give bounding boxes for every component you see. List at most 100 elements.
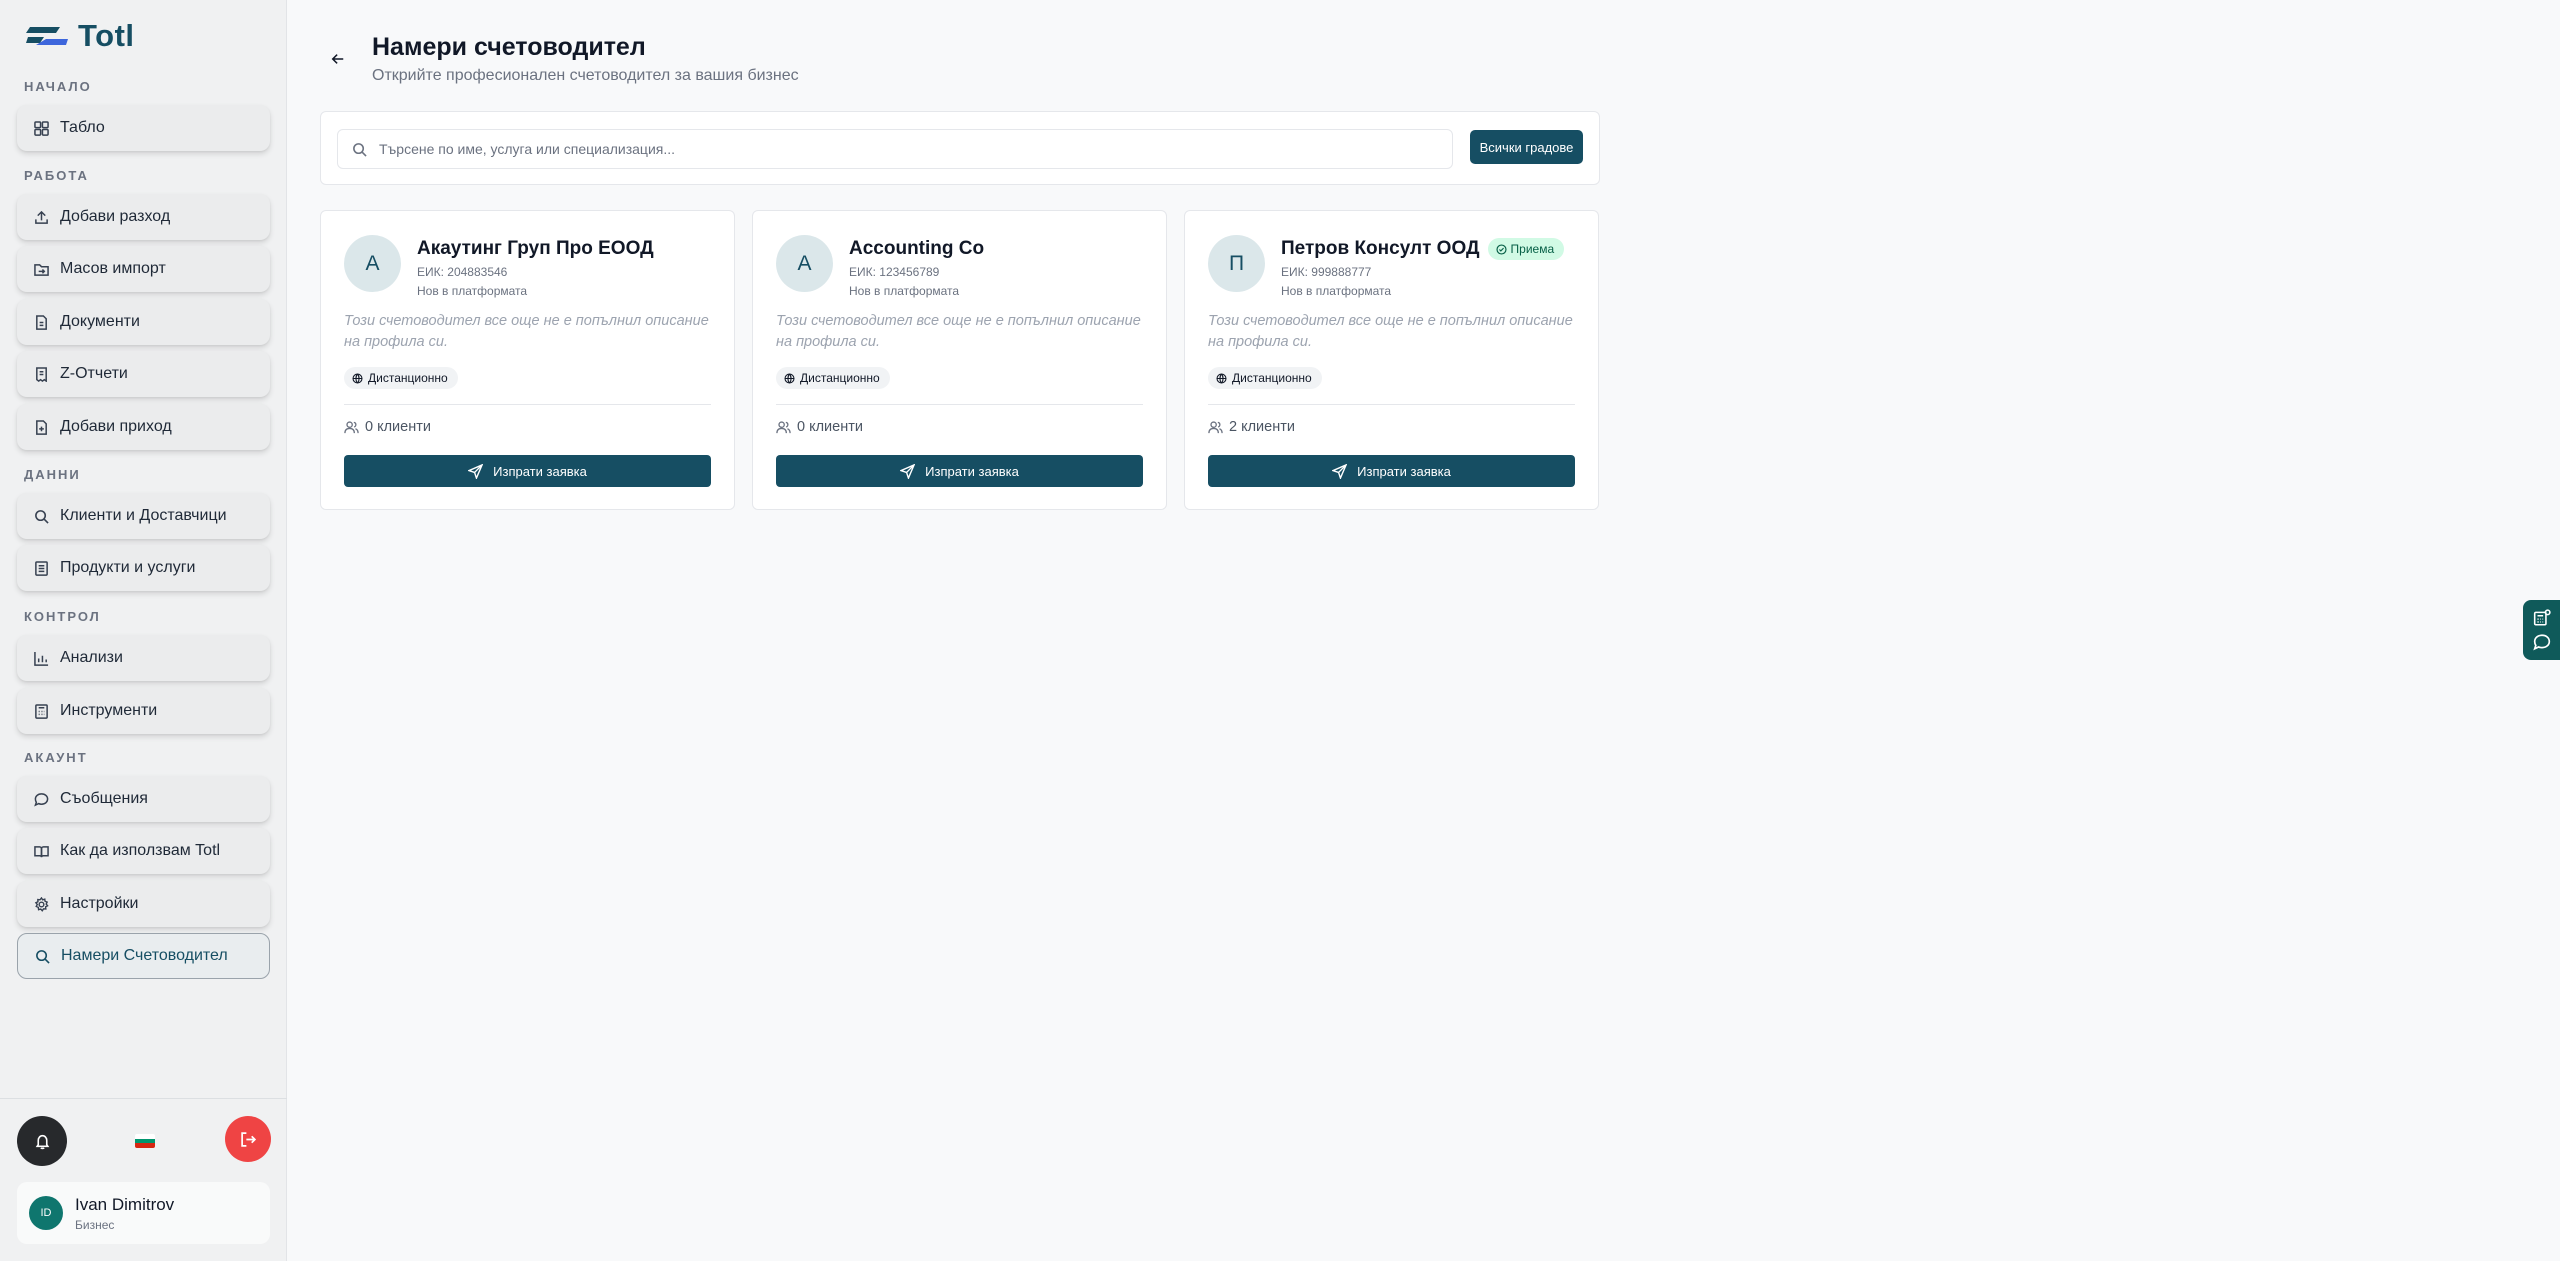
globe-icon <box>352 372 363 384</box>
logo[interactable]: Totl <box>26 18 135 54</box>
send-icon <box>468 463 484 479</box>
clients-count-text: 2 клиенти <box>1229 419 1295 435</box>
search-input[interactable] <box>379 141 1429 157</box>
search-panel: Всички градове <box>320 111 1600 185</box>
accountant-card: А Акаутинг Груп Про ЕООД ЕИК: 204883546 … <box>320 210 735 510</box>
avatar: ID <box>29 1196 63 1230</box>
accountant-eik: ЕИК: 123456789 <box>849 265 940 279</box>
bell-icon <box>35 1134 49 1149</box>
remote-tag: Дистанционно <box>344 367 458 389</box>
sidebar-item-tools[interactable]: Инструменти <box>17 688 270 734</box>
clients-count-text: 0 клиенти <box>797 419 863 435</box>
sidebar-item-bulk-import[interactable]: Масов импорт <box>17 246 270 292</box>
calculator-icon <box>33 703 49 719</box>
accountant-name-text: Акаутинг Груп Про ЕООД <box>417 238 654 259</box>
sidebar-item-label: Масов импорт <box>60 260 166 277</box>
document-plus-icon <box>33 419 49 435</box>
book-icon <box>33 843 49 859</box>
sidebar-item-how-to-use[interactable]: Как да използвам Totl <box>17 828 270 874</box>
help-widget[interactable] <box>2523 600 2560 660</box>
accountant-name[interactable]: Петров Консулт ООД Приема <box>1281 238 1565 260</box>
search-field[interactable] <box>337 129 1453 169</box>
upload-icon <box>33 209 49 225</box>
calculator-icon <box>2533 609 2551 626</box>
back-button[interactable] <box>328 49 348 69</box>
send-request-label: Изпрати заявка <box>1357 463 1451 479</box>
bar-chart-icon <box>33 650 49 666</box>
sidebar-item-analytics[interactable]: Анализи <box>17 635 270 681</box>
users-icon <box>1208 420 1223 433</box>
divider <box>776 404 1143 405</box>
send-icon <box>900 463 916 479</box>
remote-tag-label: Дистанционно <box>1232 371 1312 385</box>
document-icon <box>33 314 49 330</box>
logout-button[interactable] <box>225 1116 271 1162</box>
language-flag-icon[interactable] <box>135 1134 155 1148</box>
globe-icon <box>1216 372 1227 384</box>
user-profile-card[interactable]: ID Ivan Dimitrov Бизнес <box>17 1182 270 1244</box>
sidebar-item-label: Z-Отчети <box>60 365 128 382</box>
arrow-left-icon <box>331 54 344 64</box>
sidebar-item-label: Документи <box>60 313 140 330</box>
logo-icon <box>26 27 68 45</box>
sidebar-item-label: Съобщения <box>60 790 148 807</box>
section-label-account: АКАУНТ <box>24 750 88 765</box>
sidebar-item-label: Клиенти и Доставчици <box>60 507 227 524</box>
accountant-card: П Петров Консулт ООД Приема ЕИК: 9998887… <box>1184 210 1599 510</box>
sidebar-item-add-expense[interactable]: Добави разход <box>17 194 270 240</box>
page-subtitle: Открийте професионален счетоводител за в… <box>372 67 799 84</box>
users-icon <box>776 420 791 433</box>
remote-tag-label: Дистанционно <box>368 371 448 385</box>
accountant-description: Този счетоводител все още не е попълнил … <box>776 313 1141 350</box>
gear-icon <box>33 896 49 912</box>
notifications-button[interactable] <box>17 1116 67 1166</box>
users-icon <box>344 420 359 433</box>
clients-count: 2 клиенти <box>1208 419 1295 435</box>
accountant-avatar: А <box>344 235 401 292</box>
sidebar-item-add-income[interactable]: Добави приход <box>17 404 270 450</box>
status-badge: Приема <box>1487 238 1565 260</box>
remote-tag-label: Дистанционно <box>800 371 880 385</box>
status-badge-label: Приема <box>1510 242 1555 256</box>
sidebar-item-label: Табло <box>60 119 105 136</box>
accountant-name[interactable]: Акаутинг Груп Про ЕООД <box>417 238 654 260</box>
send-request-button[interactable]: Изпрати заявка <box>1208 455 1575 487</box>
accountant-name-text: Accounting Co <box>849 238 985 259</box>
accountant-status: Нов в платформата <box>1281 284 1392 298</box>
accountant-name[interactable]: Accounting Co <box>849 238 984 260</box>
accountant-status: Нов в платформата <box>417 284 528 298</box>
search-icon <box>353 142 367 157</box>
sidebar-item-settings[interactable]: Настройки <box>17 881 270 927</box>
accountant-name-text: Петров Консулт ООД <box>1281 238 1480 259</box>
sidebar-item-clients-suppliers[interactable]: Клиенти и Доставчици <box>17 493 270 539</box>
sidebar-item-products-services[interactable]: Продукти и услуги <box>17 545 270 591</box>
message-icon <box>33 791 49 807</box>
send-request-button[interactable]: Изпрати заявка <box>344 455 711 487</box>
sidebar-item-label: Настройки <box>60 895 139 912</box>
list-icon <box>33 560 49 576</box>
send-request-button[interactable]: Изпрати заявка <box>776 455 1143 487</box>
search-icon <box>33 508 49 524</box>
sidebar: Totl НАЧАЛО Табло РАБОТА Добави разход М… <box>0 0 287 1261</box>
sidebar-item-find-accountant[interactable]: Намери Счетоводител <box>17 933 270 979</box>
section-label-control: КОНТРОЛ <box>24 609 101 624</box>
sidebar-footer: ID Ivan Dimitrov Бизнес <box>0 1098 287 1244</box>
receipt-icon <box>33 366 49 382</box>
remote-tag: Дистанционно <box>1208 367 1322 389</box>
divider <box>1208 404 1575 405</box>
sidebar-item-label: Как да използвам Totl <box>60 842 221 859</box>
city-filter-button[interactable]: Всички градове <box>1470 130 1583 164</box>
clients-count-text: 0 клиенти <box>365 419 431 435</box>
sidebar-item-documents[interactable]: Документи <box>17 299 270 345</box>
sidebar-item-messages[interactable]: Съобщения <box>17 776 270 822</box>
globe-icon <box>784 372 795 384</box>
section-label-work: РАБОТА <box>24 168 89 183</box>
user-name: Ivan Dimitrov <box>75 1194 175 1214</box>
accountant-eik: ЕИК: 999888777 <box>1281 265 1372 279</box>
sidebar-item-label: Инструменти <box>60 702 158 719</box>
sidebar-item-label: Продукти и услуги <box>60 559 196 576</box>
clients-count: 0 клиенти <box>344 419 431 435</box>
accountant-card: A Accounting Co ЕИК: 123456789 Нов в пла… <box>752 210 1167 510</box>
sidebar-item-dashboard[interactable]: Табло <box>17 105 270 151</box>
sidebar-item-z-reports[interactable]: Z-Отчети <box>17 351 270 397</box>
